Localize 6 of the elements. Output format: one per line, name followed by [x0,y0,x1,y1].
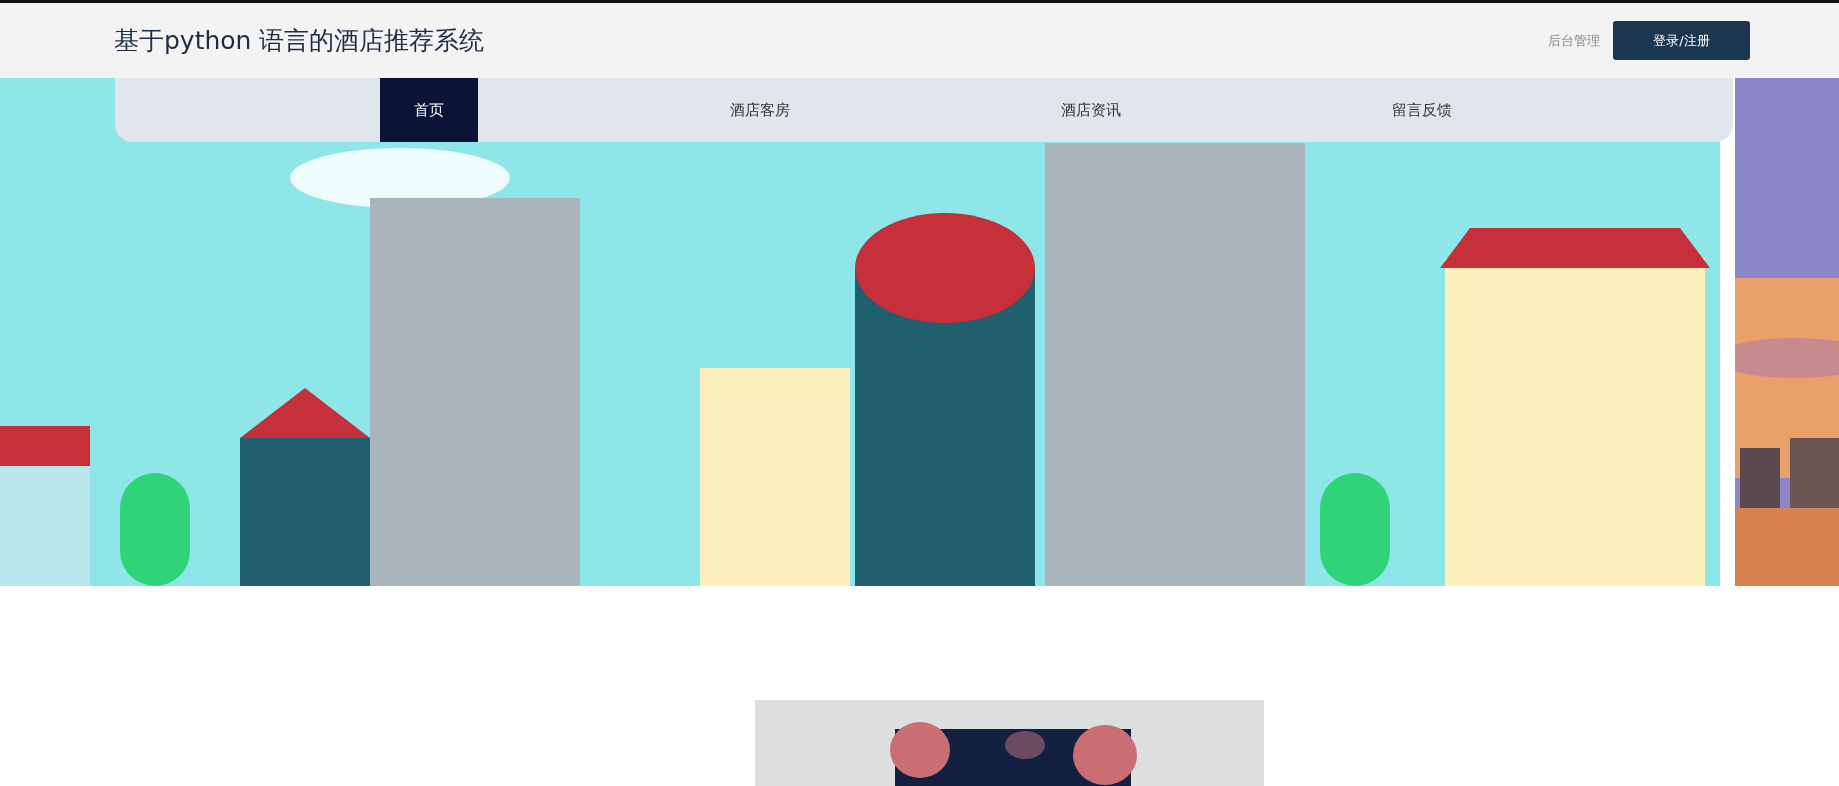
nav-tab[interactable]: 首页 [379,78,478,142]
site-title: 基于python 语言的酒店推荐系统 [114,25,485,57]
nav-tab[interactable]: 酒店资讯 [1041,78,1140,142]
nav-tab[interactable]: 酒店客房 [710,78,809,142]
login-button[interactable]: 登录/注册 [1613,21,1750,60]
nav-tab[interactable]: 留言反馈 [1372,78,1471,142]
